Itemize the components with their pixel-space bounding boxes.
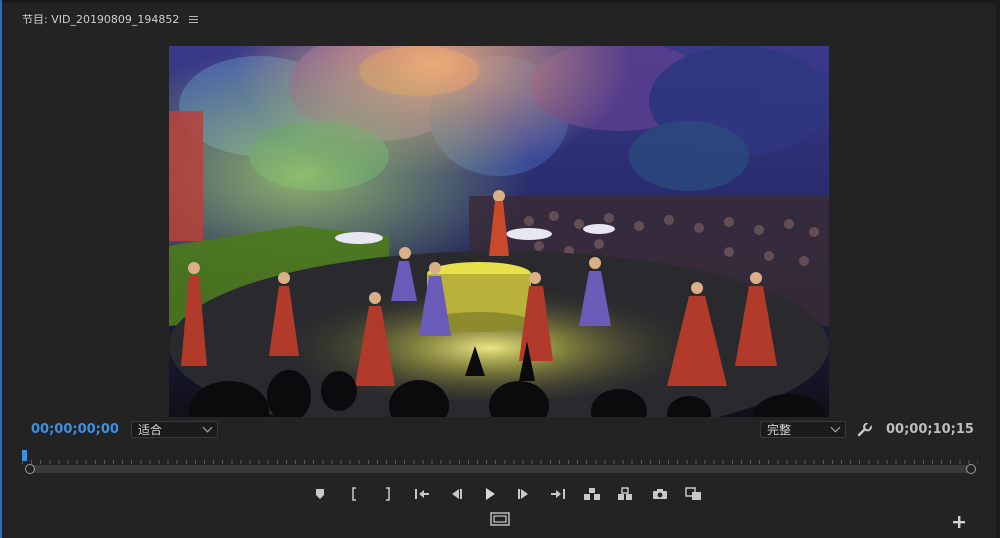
playhead[interactable]: [22, 450, 27, 461]
button-editor-plus-icon[interactable]: [952, 515, 966, 529]
go-to-out-icon: [551, 489, 565, 499]
safe-margins-icon: [489, 512, 510, 526]
panel-title[interactable]: 节目: VID_20190809_194852: [22, 11, 179, 27]
duration-timecode: 00;00;10;15: [886, 422, 974, 437]
lift-button[interactable]: [575, 484, 609, 504]
comparison-view-icon: [685, 487, 701, 500]
playback-resolution-select[interactable]: 完整: [760, 421, 846, 438]
chevron-down-icon: [830, 422, 841, 433]
right-border: [996, 0, 1000, 538]
play-button[interactable]: [473, 484, 507, 504]
go-to-in-button[interactable]: [405, 484, 439, 504]
top-border: [0, 0, 1000, 3]
go-to-out-button[interactable]: [541, 484, 575, 504]
step-forward-icon: [518, 489, 528, 499]
go-to-in-icon: [415, 489, 429, 499]
comparison-view-button[interactable]: [677, 484, 711, 504]
extract-icon: [618, 487, 632, 500]
export-frame-button[interactable]: [643, 484, 677, 504]
step-back-button[interactable]: [439, 484, 473, 504]
lift-icon: [584, 488, 600, 500]
ruler-ticks: [22, 456, 978, 464]
panel-header: 节目: VID_20190809_194852: [22, 10, 199, 28]
add-marker-button[interactable]: [303, 484, 337, 504]
transport-controls: [303, 484, 711, 504]
step-back-icon: [452, 489, 462, 499]
mark-out-icon: [386, 487, 390, 501]
export-frame-icon: [653, 489, 667, 499]
panel-focus-accent: [0, 0, 2, 538]
mark-in-icon: [352, 487, 356, 501]
mark-out-button[interactable]: [371, 484, 405, 504]
hamburger-icon[interactable]: [189, 15, 199, 23]
add-marker-icon: [316, 489, 324, 499]
safe-margins-button[interactable]: [489, 511, 510, 527]
chevron-down-icon: [202, 422, 213, 433]
wrench-icon[interactable]: [857, 423, 873, 437]
program-monitor-video[interactable]: [169, 46, 829, 417]
mark-in-button[interactable]: [337, 484, 371, 504]
current-timecode[interactable]: 00;00;00;00: [31, 422, 119, 437]
zoom-level-select[interactable]: 适合: [131, 421, 218, 438]
zoom-handle-right[interactable]: [966, 464, 976, 474]
zoom-handle-left[interactable]: [25, 464, 35, 474]
step-forward-button[interactable]: [507, 484, 541, 504]
zoom-level-value: 适合: [138, 423, 163, 437]
play-icon: [486, 488, 495, 500]
playback-resolution-value: 完整: [767, 423, 792, 437]
zoom-scrollbar-bar[interactable]: [30, 465, 972, 473]
extract-button[interactable]: [609, 484, 643, 504]
zoom-scrollbar[interactable]: [25, 464, 976, 474]
video-frame-illustration: [169, 46, 829, 417]
time-ruler[interactable]: [22, 448, 978, 464]
